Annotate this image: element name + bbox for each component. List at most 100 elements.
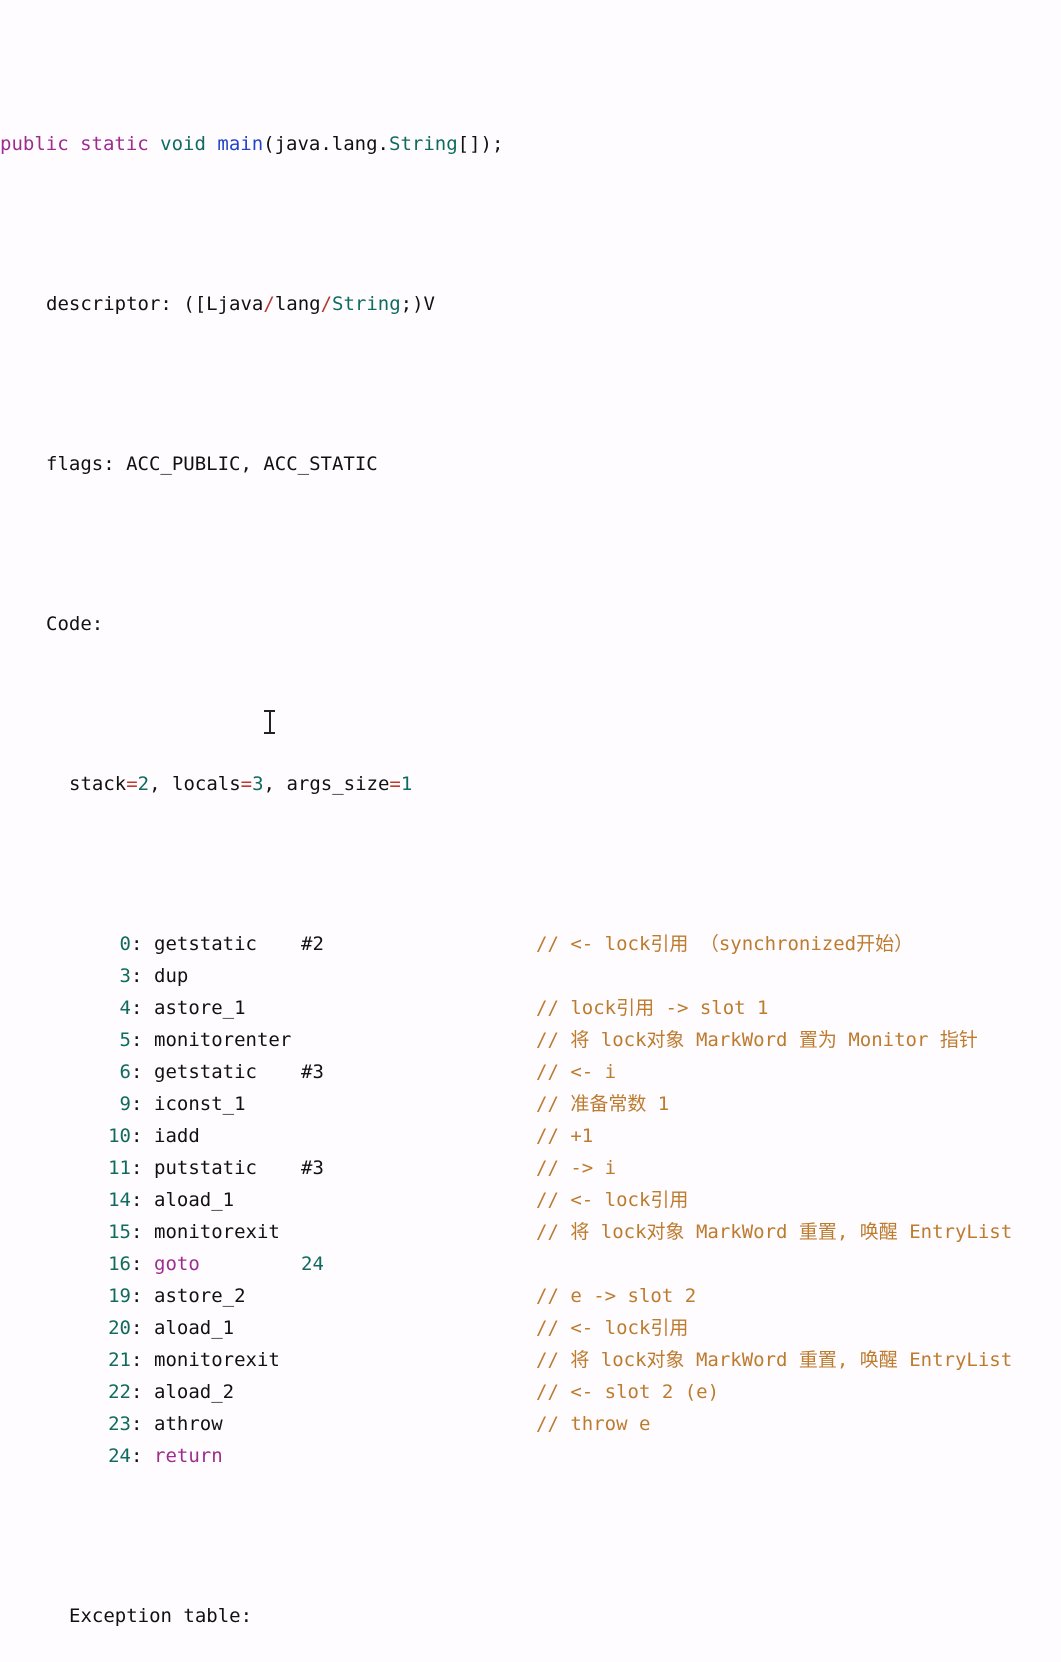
code-label-line: Code: — [0, 608, 1061, 640]
instruction-mnemonic: monitorexit — [154, 1221, 280, 1243]
args-size-value: 1 — [400, 773, 413, 795]
instruction-offset-colon: : — [131, 1285, 143, 1307]
instruction-offset: 9 — [119, 1093, 131, 1115]
instruction-mnemonic: aload_2 — [154, 1381, 235, 1403]
instruction-line: 11: putstatic #3 // -> i — [0, 1152, 1061, 1184]
stack-locals-args-text: stack=2, locals=3, args_size=1 — [69, 768, 412, 800]
locals-key: locals — [172, 773, 241, 795]
instruction-line: 4: astore_1 // lock引用 -> slot 1 — [0, 992, 1061, 1024]
descriptor-type: String — [332, 293, 401, 315]
instruction-line: 20: aload_1 // <- lock引用 — [0, 1312, 1061, 1344]
instruction-offset-colon: : — [131, 965, 143, 987]
instruction-line: 23: athrow // throw e — [0, 1408, 1061, 1440]
instruction-comment: // <- lock引用 — [536, 1189, 689, 1211]
stack-value: 2 — [137, 773, 150, 795]
instruction-offset: 5 — [119, 1029, 131, 1051]
locals-value: 3 — [252, 773, 264, 795]
instruction-line: 16: goto 24 — [0, 1248, 1061, 1280]
instruction-offset-colon: : — [131, 1317, 143, 1339]
instruction-operand: #3 — [301, 1157, 324, 1179]
instruction-offset: 24 — [108, 1445, 131, 1467]
code-label: Code: — [46, 613, 104, 635]
instruction-mnemonic: aload_1 — [154, 1189, 235, 1211]
instruction-line: 9: iconst_1 // 准备常数 1 — [0, 1088, 1061, 1120]
stack-eq: = — [126, 773, 138, 795]
instruction-offset-colon: : — [131, 1061, 143, 1083]
ibeam-bottom-bar — [264, 732, 275, 734]
instruction-mnemonic: goto — [154, 1253, 200, 1275]
instruction-operand: #3 — [301, 1061, 324, 1083]
instruction-offset-colon: : — [131, 1349, 143, 1371]
ibeam-stem — [269, 712, 271, 732]
instruction-line: 10: iadd // +1 — [0, 1120, 1061, 1152]
instruction-offset: 20 — [108, 1317, 131, 1339]
locals-eq: = — [240, 773, 253, 795]
instruction-offset: 21 — [108, 1349, 131, 1371]
exception-table-title: Exception table: — [69, 1605, 253, 1627]
instruction-comment: // lock引用 -> slot 1 — [536, 997, 769, 1019]
instruction-line: 5: monitorenter // 将 lock对象 MarkWord 置为 Mo… — [0, 1024, 1061, 1056]
flags-text: flags: ACC_PUBLIC, ACC_STATIC — [46, 453, 378, 475]
descriptor-prefix: ([Ljava — [183, 293, 264, 315]
instruction-offset: 14 — [108, 1189, 131, 1211]
instruction-offset-colon: : — [131, 1125, 143, 1147]
instruction-mnemonic: monitorenter — [154, 1029, 292, 1051]
descriptor-mid: lang — [274, 293, 321, 315]
instruction-offset: 3 — [119, 965, 131, 987]
instruction-comment: // 将 lock对象 MarkWord 置为 Monitor 指针 — [536, 1029, 978, 1051]
instruction-offset-colon: : — [131, 933, 143, 955]
descriptor-separator-2: / — [320, 293, 333, 315]
instruction-comment: // +1 — [536, 1125, 594, 1147]
instruction-offset-colon: : — [131, 997, 143, 1019]
instruction-offset-colon: : — [131, 1413, 143, 1435]
params-close-token: []); — [457, 133, 504, 155]
descriptor-line: descriptor: ([Ljava/lang/String;)V — [0, 288, 1061, 320]
space-token-2 — [206, 133, 217, 155]
instruction-line: 22: aload_2 // <- slot 2 (e) — [0, 1376, 1061, 1408]
instruction-operand: 24 — [301, 1253, 324, 1275]
return-type-token: void — [160, 133, 206, 155]
params-open-token: (java.lang. — [263, 133, 389, 155]
instruction-list: 0: getstatic #2 // <- lock引用 （synchronized开… — [0, 928, 1061, 1472]
instruction-offset-colon: : — [131, 1189, 143, 1211]
instruction-comment: // <- slot 2 (e) — [536, 1381, 720, 1403]
instruction-comment: // e -> slot 2 — [536, 1285, 697, 1307]
instruction-comment: // -> i — [536, 1157, 617, 1179]
instruction-offset-colon: : — [131, 1253, 143, 1275]
bytecode-code-view[interactable]: public static void main(java.lang.String… — [0, 0, 1061, 1627]
param-type-token: String — [389, 133, 458, 155]
instruction-mnemonic: getstatic — [154, 1061, 257, 1083]
stack-locals-args-line: stack=2, locals=3, args_size=1 — [0, 768, 1061, 800]
instruction-mnemonic: return — [154, 1445, 223, 1467]
instruction-offset-colon: : — [131, 1093, 143, 1115]
instruction-mnemonic: dup — [154, 965, 189, 987]
descriptor-text: descriptor: ([Ljava/lang/String;)V — [46, 288, 435, 320]
method-signature: public static void main(java.lang.String… — [0, 128, 503, 160]
comma-1: , — [149, 773, 172, 795]
instruction-offset: 19 — [108, 1285, 131, 1307]
instruction-mnemonic: aload_1 — [154, 1317, 235, 1339]
instruction-offset: 11 — [108, 1157, 131, 1179]
instruction-offset: 15 — [108, 1221, 131, 1243]
instruction-mnemonic: getstatic — [154, 933, 257, 955]
method-name-token: main — [217, 133, 264, 155]
instruction-line: 19: astore_2 // e -> slot 2 — [0, 1280, 1061, 1312]
instruction-offset: 0 — [119, 933, 131, 955]
instruction-comment: // <- i — [536, 1061, 617, 1083]
instruction-comment: // <- lock引用 （synchronized开始） — [536, 933, 914, 955]
instruction-line: 14: aload_1 // <- lock引用 — [0, 1184, 1061, 1216]
instruction-mnemonic: iadd — [154, 1125, 200, 1147]
instruction-line: 6: getstatic #3 // <- i — [0, 1056, 1061, 1088]
instruction-offset: 10 — [108, 1125, 131, 1147]
instruction-line: 15: monitorexit // 将 lock对象 MarkWord 重置, 唤… — [0, 1216, 1061, 1248]
instruction-offset: 6 — [119, 1061, 131, 1083]
instruction-offset-colon: : — [131, 1445, 143, 1467]
instruction-line: 24: return — [0, 1440, 1061, 1472]
instruction-operand: #2 — [301, 933, 324, 955]
args-size-key: args_size — [286, 773, 390, 795]
instruction-mnemonic: monitorexit — [154, 1349, 280, 1371]
instruction-line: 3: dup — [0, 960, 1061, 992]
method-signature-line: public static void main(java.lang.String… — [0, 128, 1061, 160]
comma-2: , — [263, 773, 287, 795]
